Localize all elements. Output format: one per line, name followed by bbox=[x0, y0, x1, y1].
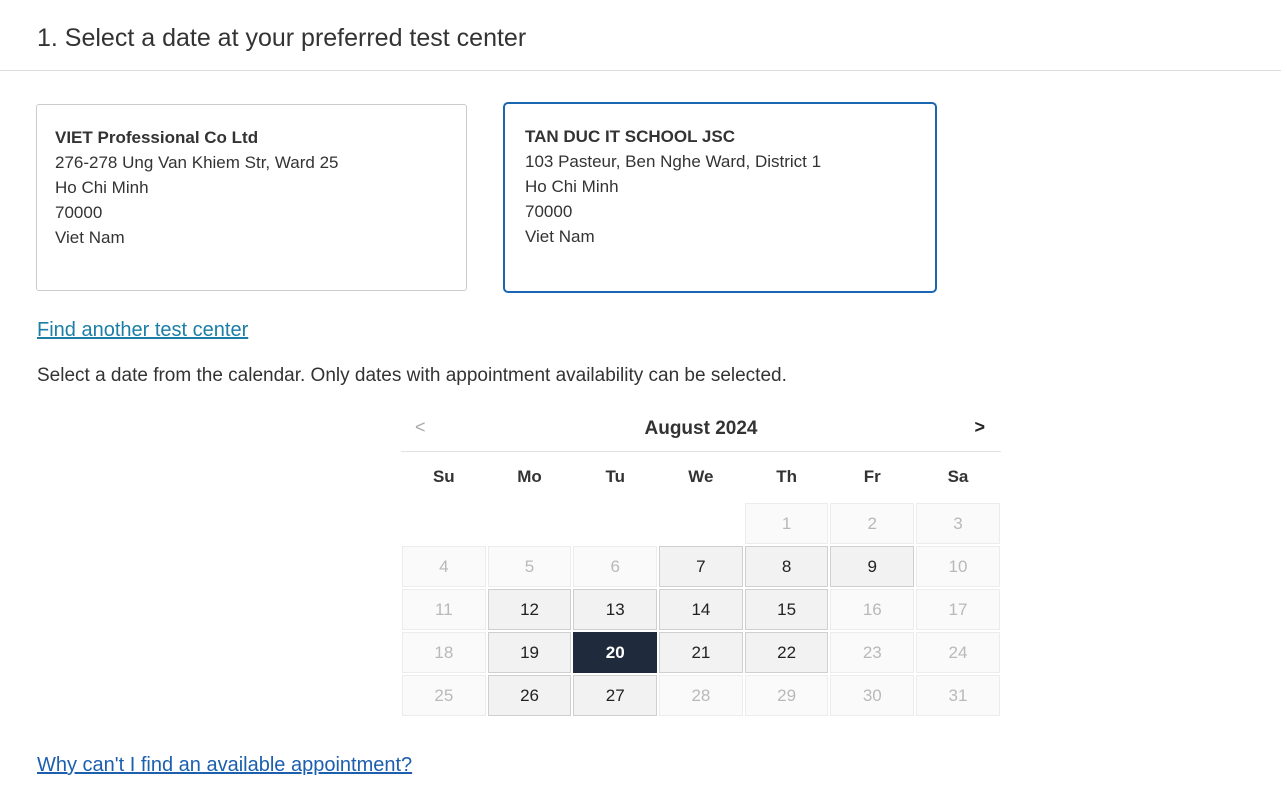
weekday-label: Mo bbox=[517, 467, 542, 486]
calendar-day-grid: 1 2 3 4 5 6 7 8 9 10 11 12 13 14 15 16 17 18 19 20 21 22 23 24 2… bbox=[401, 502, 1001, 717]
calendar-day-disabled: 5 bbox=[487, 546, 572, 587]
calendar-month-label: August 2024 bbox=[644, 418, 758, 439]
calendar-day-disabled: 4 bbox=[402, 546, 486, 587]
test-center-address: 103 Pasteur, Ben Nghe Ward, District 1 bbox=[525, 152, 822, 171]
calendar-day-disabled: 31 bbox=[916, 675, 1000, 716]
calendar-day-disabled: 18 bbox=[402, 632, 486, 673]
calendar-day-disabled: 2 bbox=[830, 503, 915, 544]
calendar-instructions: Select a date from the calendar. Only da… bbox=[37, 365, 787, 386]
calendar-day-disabled: 17 bbox=[916, 589, 1000, 630]
calendar-day-disabled: 1 bbox=[744, 503, 829, 544]
find-another-test-center-link[interactable]: Find another test center bbox=[37, 319, 248, 342]
calendar-day-disabled: 23 bbox=[830, 632, 915, 673]
calendar-day-available[interactable]: 13 bbox=[573, 589, 658, 630]
calendar-day-available[interactable]: 12 bbox=[487, 589, 572, 630]
calendar-day-available[interactable]: 27 bbox=[573, 675, 658, 716]
test-center-postal-code: 70000 bbox=[55, 203, 103, 222]
test-center-country: Viet Nam bbox=[55, 228, 125, 247]
test-center-card-tan-duc-selected[interactable]: TAN DUC IT SCHOOL JSC 103 Pasteur, Ben N… bbox=[503, 102, 937, 293]
calendar-day-available[interactable]: 8 bbox=[744, 546, 829, 587]
calendar-blank-cell bbox=[402, 503, 486, 544]
test-center-country: Viet Nam bbox=[525, 227, 595, 246]
calendar-day-disabled: 28 bbox=[659, 675, 743, 716]
calendar-day-available[interactable]: 26 bbox=[487, 675, 572, 716]
calendar-day-disabled: 29 bbox=[744, 675, 829, 716]
calendar-day-available[interactable]: 7 bbox=[659, 546, 743, 587]
next-month-button[interactable]: > bbox=[974, 417, 985, 438]
calendar-day-available[interactable]: 15 bbox=[744, 589, 829, 630]
test-center-card-viet-professional[interactable]: VIET Professional Co Ltd 276-278 Ung Van… bbox=[36, 104, 467, 291]
calendar-day-disabled: 10 bbox=[916, 546, 1000, 587]
calendar-day-available[interactable]: 14 bbox=[659, 589, 743, 630]
weekday-label: Tu bbox=[605, 467, 625, 486]
weekday-header-row: Su Mo Tu We Th Fr Sa bbox=[401, 452, 1001, 502]
step-header: 1. Select a date at your preferred test … bbox=[0, 0, 1281, 71]
weekday-label: Su bbox=[432, 467, 455, 486]
calendar-day-available[interactable]: 22 bbox=[744, 632, 829, 673]
test-center-name: VIET Professional Co Ltd bbox=[55, 128, 259, 147]
test-center-postal-code: 70000 bbox=[525, 202, 573, 221]
weekday-label: Fr bbox=[863, 467, 881, 486]
why-no-appointment-link[interactable]: Why can't I find an available appointmen… bbox=[37, 754, 412, 777]
page: 1. Select a date at your preferred test … bbox=[0, 0, 1281, 812]
weekday-label: Th bbox=[776, 467, 797, 486]
calendar-day-disabled: 16 bbox=[830, 589, 915, 630]
calendar-blank-cell bbox=[659, 503, 743, 544]
calendar-day-disabled: 11 bbox=[402, 589, 486, 630]
test-center-address: 276-278 Ung Van Khiem Str, Ward 25 bbox=[55, 153, 339, 172]
calendar-day-available[interactable]: 9 bbox=[830, 546, 915, 587]
calendar-blank-cell bbox=[488, 503, 572, 544]
weekday-label: Sa bbox=[947, 467, 969, 486]
test-center-city: Ho Chi Minh bbox=[55, 178, 149, 197]
test-center-name: TAN DUC IT SCHOOL JSC bbox=[525, 127, 735, 146]
calendar-day-available[interactable]: 19 bbox=[487, 632, 572, 673]
calendar-header: < August 2024 > bbox=[401, 407, 1001, 452]
calendar-blank-cell bbox=[573, 503, 657, 544]
calendar-day-disabled: 24 bbox=[916, 632, 1000, 673]
calendar-day-selected[interactable]: 20 bbox=[573, 632, 658, 673]
calendar-day-disabled: 30 bbox=[830, 675, 915, 716]
date-picker-calendar: < August 2024 > Su Mo Tu We Th Fr Sa 123… bbox=[401, 407, 1001, 717]
calendar-day-available[interactable]: 21 bbox=[659, 632, 743, 673]
calendar-day-disabled: 25 bbox=[402, 675, 486, 716]
weekday-label: We bbox=[688, 467, 714, 486]
calendar-day-disabled: 6 bbox=[573, 546, 658, 587]
test-center-city: Ho Chi Minh bbox=[525, 177, 619, 196]
calendar-day-disabled: 3 bbox=[916, 503, 1000, 544]
page-title: 1. Select a date at your preferred test … bbox=[37, 24, 527, 52]
